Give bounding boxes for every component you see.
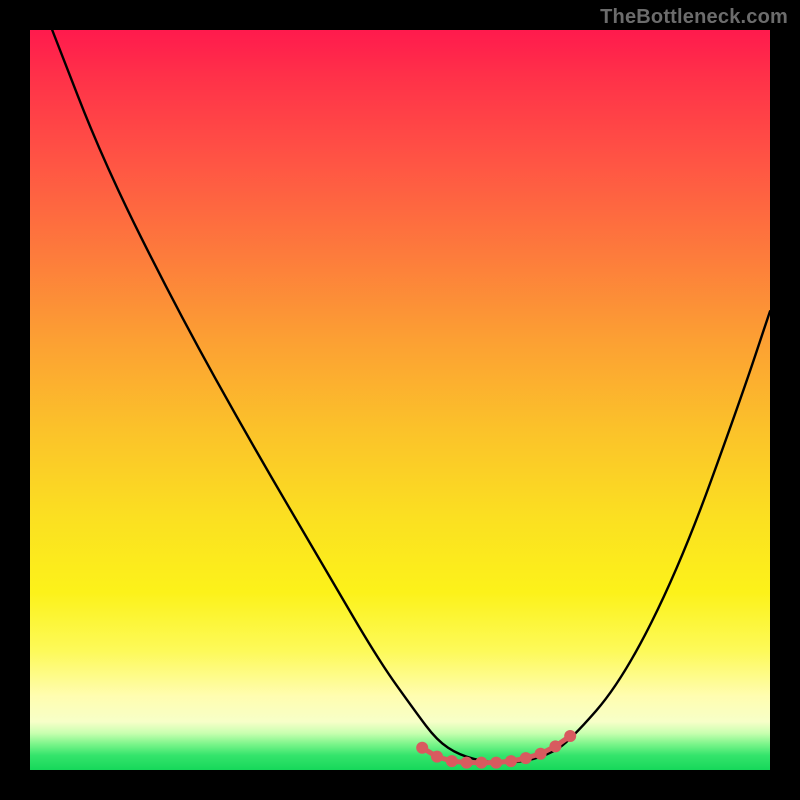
bottleneck-curve-svg [30, 30, 770, 770]
plot-area [30, 30, 770, 770]
watermark-text: TheBottleneck.com [600, 6, 788, 29]
chart-frame: TheBottleneck.com [0, 0, 800, 800]
bottleneck-curve [52, 30, 770, 763]
